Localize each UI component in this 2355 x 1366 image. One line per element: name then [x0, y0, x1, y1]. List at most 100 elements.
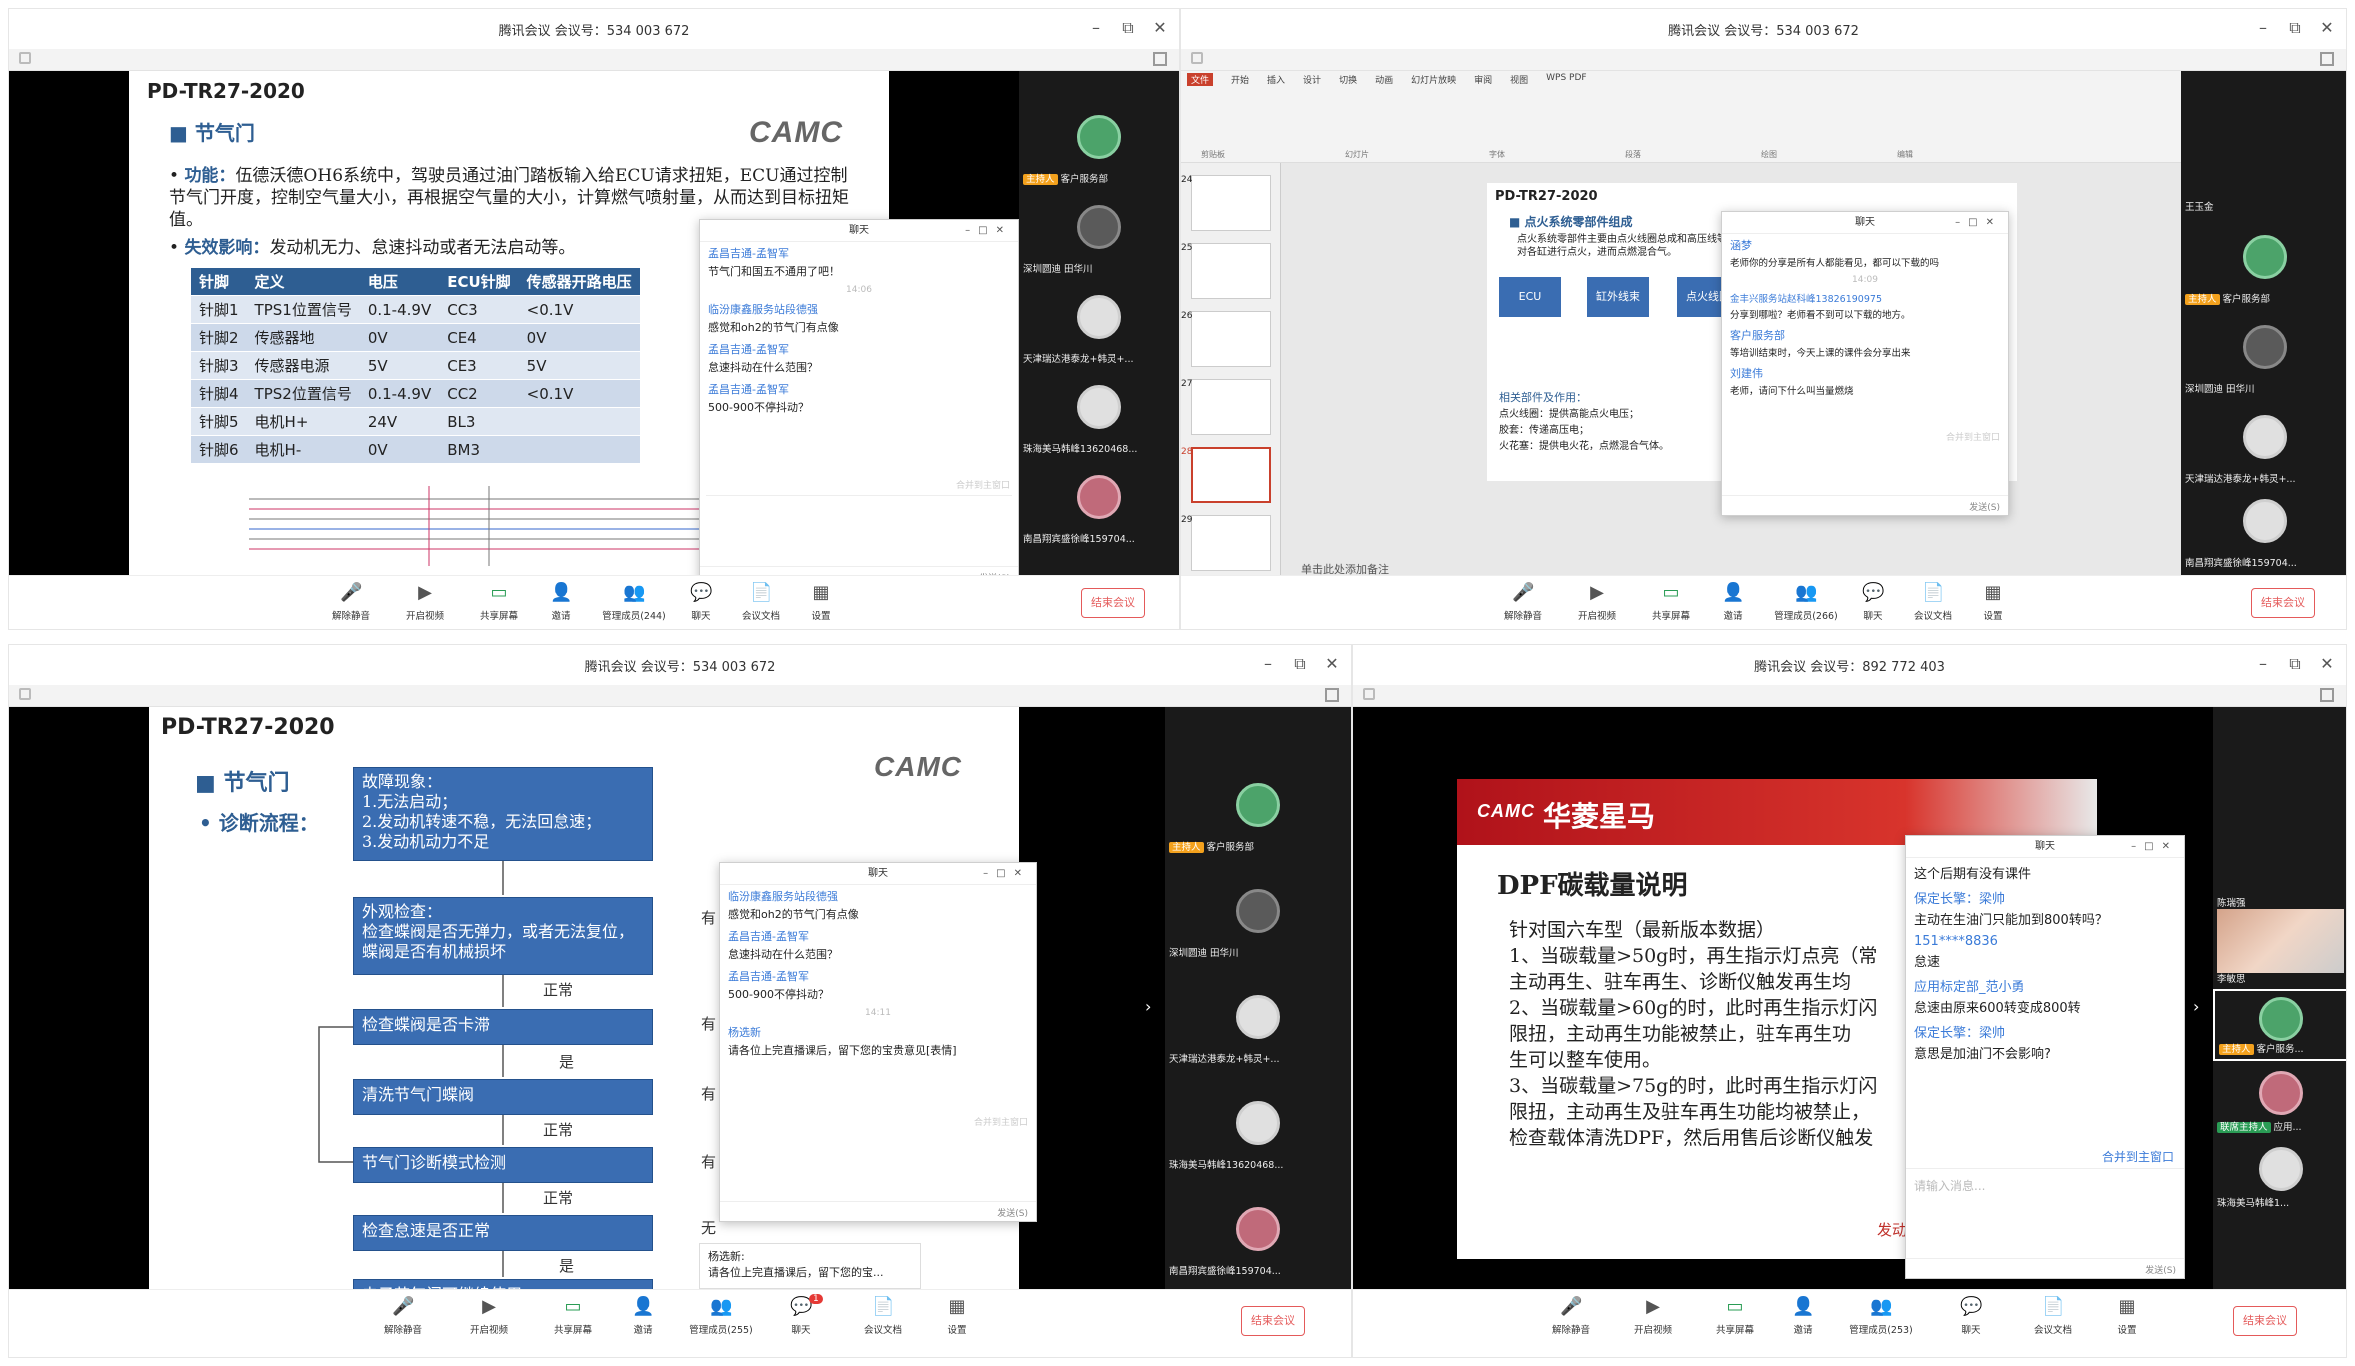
ppt-tab[interactable]: 视图 — [1510, 73, 1528, 86]
info-icon[interactable] — [1363, 688, 1375, 700]
restore-button[interactable]: ⧉ — [2286, 17, 2304, 39]
chat-input[interactable]: 请输入消息... — [1906, 1168, 2184, 1256]
settings-button[interactable]: ▦ 设置 — [795, 582, 847, 622]
ppt-tab[interactable]: 设计 — [1303, 73, 1321, 86]
invite-button[interactable]: 👤 邀请 — [1777, 1296, 1829, 1336]
slide-thumbnail[interactable] — [1191, 243, 1271, 299]
close-button[interactable]: ✕ — [2318, 17, 2336, 39]
members-button[interactable]: 👥 管理成员(266) — [1771, 582, 1841, 622]
chat-button[interactable]: 💬 聊天 — [1945, 1296, 1997, 1336]
participant-video[interactable] — [2217, 909, 2344, 973]
share-button[interactable]: ▭ 共享屏幕 — [473, 582, 525, 622]
restore-button[interactable]: ⧉ — [1119, 17, 1137, 39]
video-button[interactable]: ▶ 开启视频 — [399, 582, 451, 622]
share-button[interactable]: ▭ 共享屏幕 — [547, 1296, 599, 1336]
invite-button[interactable]: 👤 邀请 — [617, 1296, 669, 1336]
settings-button[interactable]: ▦ 设置 — [931, 1296, 983, 1336]
info-icon[interactable] — [19, 52, 31, 64]
members-button[interactable]: 👥 管理成员(253) — [1843, 1296, 1919, 1336]
video-button[interactable]: ▶ 开启视频 — [463, 1296, 515, 1336]
fullscreen-icon[interactable] — [1153, 52, 1167, 66]
participant-tile[interactable]: 主持人 客户服务... — [2213, 989, 2346, 1061]
unmute-button[interactable]: 🎤 解除静音 — [1497, 582, 1549, 622]
slide-thumbnail[interactable] — [1191, 175, 1271, 231]
close-button[interactable]: ✕ — [1323, 653, 1341, 675]
participant-tile[interactable]: 天津瑞达港泰龙+韩灵+... — [1019, 281, 1179, 369]
docs-button[interactable]: 📄 会议文档 — [735, 582, 787, 622]
ppt-tab[interactable]: 幻灯片放映 — [1411, 73, 1456, 86]
restore-button[interactable]: ⧉ — [1291, 653, 1309, 675]
participant-tile[interactable]: 主持人 客户服务部 — [2181, 221, 2346, 309]
slide-thumbnail[interactable] — [1191, 515, 1271, 571]
chat-input[interactable] — [706, 495, 1012, 555]
members-button[interactable]: 👥 管理成员(244) — [599, 582, 669, 622]
end-meeting-button[interactable]: 结束会议 — [1081, 588, 1145, 618]
participant-tile[interactable]: 珠海美马韩峰1... — [2213, 1141, 2346, 1213]
invite-button[interactable]: 👤 邀请 — [535, 582, 587, 622]
participant-tile[interactable]: 深圳圆迪 田华川 — [1019, 191, 1179, 279]
chat-window-controls[interactable]: –□✕ — [965, 220, 1012, 242]
docs-button[interactable]: 📄 会议文档 — [1907, 582, 1959, 622]
send-button[interactable]: 发送(S) — [700, 566, 1018, 575]
participant-tile[interactable]: 天津瑞达港泰龙+韩灵+... — [1165, 981, 1351, 1069]
participant-tile[interactable]: 深圳圆迪 田华川 — [2181, 311, 2346, 399]
participant-tile[interactable]: 深圳圆迪 田华川 — [1165, 875, 1351, 963]
minimize-button[interactable]: – — [2254, 653, 2272, 675]
chat-button[interactable]: 💬 聊天 1 — [775, 1294, 827, 1336]
end-meeting-button[interactable]: 结束会议 — [2233, 1306, 2297, 1336]
end-meeting-button[interactable]: 结束会议 — [2251, 588, 2315, 618]
chat-button[interactable]: 💬 聊天 — [1847, 582, 1899, 622]
docs-button[interactable]: 📄 会议文档 — [857, 1296, 909, 1336]
send-button[interactable]: 发送(S) — [720, 1201, 1036, 1221]
participant-tile[interactable]: 珠海美马韩峰13620468... — [1165, 1087, 1351, 1175]
next-page-arrow[interactable]: › — [2193, 997, 2213, 1027]
slide-thumbnail[interactable] — [1191, 311, 1271, 367]
send-button[interactable]: 发送(S) — [1722, 495, 2008, 515]
invite-button[interactable]: 👤 邀请 — [1707, 582, 1759, 622]
share-button[interactable]: ▭ 共享屏幕 — [1645, 582, 1697, 622]
chat-window-controls[interactable]: –□✕ — [1955, 212, 2002, 234]
merge-link[interactable]: 合并到主窗口 — [2102, 1148, 2174, 1165]
fullscreen-icon[interactable] — [1325, 688, 1339, 702]
info-icon[interactable] — [1191, 52, 1203, 64]
info-icon[interactable] — [19, 688, 31, 700]
slide-thumbnail-active[interactable] — [1191, 447, 1271, 503]
close-button[interactable]: ✕ — [1151, 17, 1169, 39]
participant-tile[interactable]: 天津瑞达港泰龙+韩灵+... — [2181, 401, 2346, 489]
minimize-button[interactable]: – — [1259, 653, 1277, 675]
chat-toast[interactable]: 杨选新: 请各位上完直播课后，留下您的宝... — [699, 1243, 921, 1289]
restore-button[interactable]: ⧉ — [2286, 653, 2304, 675]
participant-tile[interactable]: 南昌翔宾盛徐峰159704... — [1165, 1193, 1351, 1281]
chat-button[interactable]: 💬 聊天 — [675, 582, 727, 622]
unmute-button[interactable]: 🎤 解除静音 — [1545, 1296, 1597, 1336]
unmute-button[interactable]: 🎤 解除静音 — [377, 1296, 429, 1336]
ppt-tab[interactable]: 切换 — [1339, 73, 1357, 86]
chat-window-controls[interactable]: –□✕ — [2131, 836, 2178, 858]
docs-button[interactable]: 📄 会议文档 — [2027, 1296, 2079, 1336]
next-page-arrow[interactable]: › — [1145, 997, 1165, 1027]
fullscreen-icon[interactable] — [2320, 52, 2334, 66]
merge-link[interactable]: 合并到主窗口 — [974, 1115, 1028, 1128]
ppt-tab[interactable]: 审阅 — [1474, 73, 1492, 86]
participant-tile[interactable]: 主持人 客户服务部 — [1019, 101, 1179, 189]
ppt-tab[interactable]: 文件 — [1187, 73, 1214, 86]
ppt-tab[interactable]: 插入 — [1267, 73, 1285, 86]
ppt-tab[interactable]: 开始 — [1231, 73, 1249, 86]
fullscreen-icon[interactable] — [2320, 688, 2334, 702]
participant-tile[interactable]: 主持人 客户服务部 — [1165, 769, 1351, 857]
settings-button[interactable]: ▦ 设置 — [1967, 582, 2019, 622]
participant-tile[interactable]: 南昌翔宾盛徐峰159704... — [2181, 485, 2346, 573]
share-button[interactable]: ▭ 共享屏幕 — [1709, 1296, 1761, 1336]
video-button[interactable]: ▶ 开启视频 — [1571, 582, 1623, 622]
members-button[interactable]: 👥 管理成员(255) — [683, 1296, 759, 1336]
merge-link[interactable]: 合并到主窗口 — [956, 478, 1010, 491]
close-button[interactable]: ✕ — [2318, 653, 2336, 675]
end-meeting-button[interactable]: 结束会议 — [1241, 1306, 1305, 1336]
slide-thumbnail[interactable] — [1191, 379, 1271, 435]
chat-window-controls[interactable]: –□✕ — [983, 863, 1030, 885]
settings-button[interactable]: ▦ 设置 — [2101, 1296, 2153, 1336]
merge-link[interactable]: 合并到主窗口 — [1946, 430, 2000, 443]
notes-pane[interactable]: 单击此处添加备注 — [1281, 561, 1389, 575]
ppt-tab[interactable]: WPS PDF — [1546, 73, 1586, 86]
participant-tile[interactable]: 南昌翔宾盛徐峰159704... — [1019, 461, 1179, 549]
